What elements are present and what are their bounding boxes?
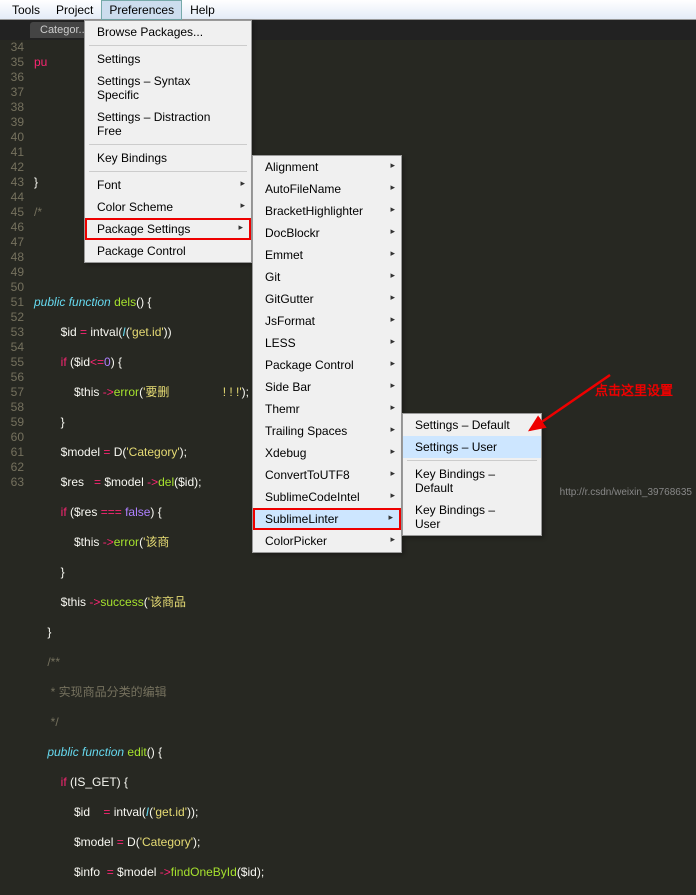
mi-font[interactable]: Font — [85, 174, 251, 196]
package-settings-submenu: Alignment AutoFileName BracketHighlighte… — [252, 155, 402, 553]
mi-gitgutter[interactable]: GitGutter — [253, 288, 401, 310]
mi-git[interactable]: Git — [253, 266, 401, 288]
mi-alignment[interactable]: Alignment — [253, 156, 401, 178]
mi-package-control[interactable]: Package Control — [253, 354, 401, 376]
mi-keybindings-default[interactable]: Key Bindings – Default — [403, 463, 541, 499]
mi-sublimelinter[interactable]: SublimeLinter — [253, 508, 401, 530]
mi-settings-syntax[interactable]: Settings – Syntax Specific — [85, 70, 251, 106]
mi-themr[interactable]: Themr — [253, 398, 401, 420]
menu-preferences[interactable]: Preferences — [101, 0, 182, 20]
mi-settings[interactable]: Settings — [85, 48, 251, 70]
annotation-text: 点击这里设置 — [595, 380, 673, 399]
mi-package-control[interactable]: Package Control — [85, 240, 251, 262]
preferences-menu: Browse Packages... Settings Settings – S… — [84, 20, 252, 263]
mi-colorpicker[interactable]: ColorPicker — [253, 530, 401, 552]
menu-tools[interactable]: Tools — [4, 0, 48, 20]
menu-help[interactable]: Help — [182, 0, 223, 20]
mi-jsformat[interactable]: JsFormat — [253, 310, 401, 332]
mi-emmet[interactable]: Emmet — [253, 244, 401, 266]
menu-project[interactable]: Project — [48, 0, 101, 20]
mi-brackethighlighter[interactable]: BracketHighlighter — [253, 200, 401, 222]
mi-less[interactable]: LESS — [253, 332, 401, 354]
mi-converttoutf8[interactable]: ConvertToUTF8 — [253, 464, 401, 486]
mi-package-settings[interactable]: Package Settings — [85, 218, 251, 240]
mi-color-scheme[interactable]: Color Scheme — [85, 196, 251, 218]
menubar: Tools Project Preferences Help — [0, 0, 696, 20]
mi-key-bindings[interactable]: Key Bindings — [85, 147, 251, 169]
watermark: http://r.csdn/weixin_39768635 — [560, 487, 692, 498]
mi-docblockr[interactable]: DocBlockr — [253, 222, 401, 244]
mi-sidebar[interactable]: Side Bar — [253, 376, 401, 398]
mi-browse-packages[interactable]: Browse Packages... — [85, 21, 251, 43]
mi-autofilename[interactable]: AutoFileName — [253, 178, 401, 200]
mi-settings-distraction[interactable]: Settings – Distraction Free — [85, 106, 251, 142]
mi-xdebug[interactable]: Xdebug — [253, 442, 401, 464]
line-gutter: 3435363738394041424344454647484950515253… — [0, 40, 30, 490]
mi-trailing-spaces[interactable]: Trailing Spaces — [253, 420, 401, 442]
mi-sublimecodeintel[interactable]: SublimeCodeIntel — [253, 486, 401, 508]
mi-keybindings-user[interactable]: Key Bindings – User — [403, 499, 541, 535]
